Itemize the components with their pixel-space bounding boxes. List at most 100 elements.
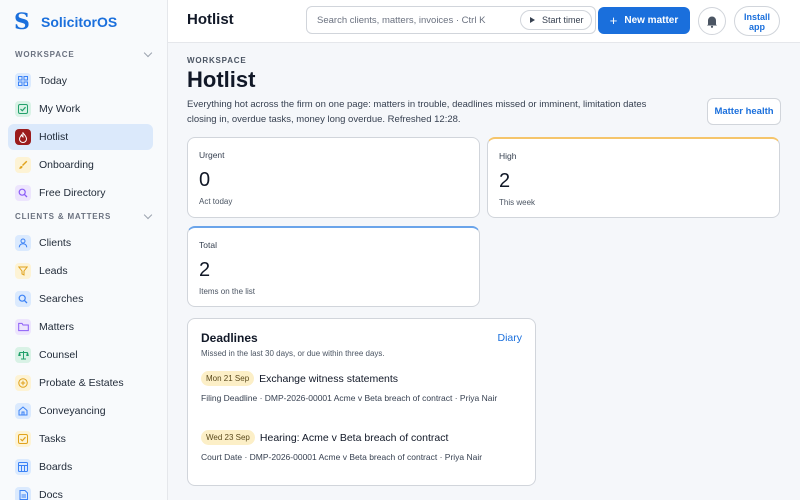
stat-card-urgent[interactable]: Urgent 0 Act today	[187, 137, 480, 218]
date-badge: Mon 21 Sep	[201, 371, 255, 386]
sidebar-item-label: Tasks	[39, 433, 66, 445]
stat-label: High	[499, 151, 517, 161]
flame-icon	[15, 129, 31, 145]
play-icon	[530, 17, 535, 23]
sidebar-item-onboarding[interactable]: Onboarding	[8, 152, 153, 178]
sidebar-item-probate-estates[interactable]: Probate & Estates	[8, 370, 153, 396]
bell-icon	[707, 16, 717, 28]
sidebar-item-searches[interactable]: Searches	[8, 286, 153, 312]
sidebar: S SolicitorOS WORKSPACE Today My Work Ho…	[0, 0, 168, 500]
chevron-down-icon[interactable]	[143, 210, 153, 219]
deadline-item[interactable]: Wed 23 Sep Hearing: Acme v Beta breach o…	[201, 430, 521, 464]
deadlines-card: Deadlines Diary Missed in the last 30 da…	[187, 318, 536, 486]
sidebar-item-docs[interactable]: Docs	[8, 482, 153, 500]
header-title: Hotlist	[187, 11, 234, 28]
sidebar-item-conveyancing[interactable]: Conveyancing	[8, 398, 153, 424]
matter-health-button[interactable]: Matter health	[707, 98, 781, 125]
board-icon	[15, 459, 31, 475]
search-input[interactable]: Search clients, matters, invoices · Ctrl…	[306, 6, 596, 34]
stat-subtext: Items on the list	[199, 287, 256, 296]
section-heading: WORKSPACE	[15, 49, 75, 59]
checkbox-icon	[15, 101, 31, 117]
sidebar-item-label: Docs	[39, 489, 63, 500]
sidebar-item-label: Conveyancing	[39, 405, 106, 417]
deadline-item[interactable]: Mon 21 Sep Exchange witness statements F…	[201, 371, 521, 405]
brush-icon	[15, 157, 31, 173]
search-icon	[15, 291, 31, 307]
new-matter-label: New matter	[624, 15, 679, 26]
deadline-meta: Court Date · DMP-2026-00001 Acme v Beta …	[201, 452, 483, 462]
sidebar-item-free-directory[interactable]: Free Directory	[8, 180, 153, 206]
deadlines-heading: Deadlines	[201, 331, 258, 345]
sidebar-item-label: Searches	[39, 293, 84, 305]
search-icon	[15, 185, 31, 201]
stat-label: Urgent	[199, 150, 225, 160]
deadlines-subtitle: Missed in the last 30 days, or due withi…	[201, 349, 385, 358]
sidebar-item-matters[interactable]: Matters	[8, 314, 153, 340]
stat-label: Total	[199, 240, 217, 250]
sidebar-item-leads[interactable]: Leads	[8, 258, 153, 284]
scales-icon	[15, 347, 31, 363]
page-eyebrow: WORKSPACE	[187, 56, 247, 65]
install-app-button[interactable]: Install app	[734, 6, 780, 36]
search-placeholder: Search clients, matters, invoices · Ctrl…	[317, 15, 486, 26]
stat-subtext: This week	[499, 198, 536, 207]
brand[interactable]: S SolicitorOS	[0, 0, 167, 44]
main-content: WORKSPACE Hotlist Everything hot across …	[168, 43, 800, 500]
app-name: SolicitorOS	[41, 14, 118, 30]
funnel-icon	[15, 263, 31, 279]
doc-icon	[15, 487, 31, 500]
install-label-line1: Install	[743, 12, 770, 22]
diary-link[interactable]: Diary	[497, 332, 522, 344]
start-timer-label: Start timer	[542, 15, 584, 25]
house-icon	[15, 403, 31, 419]
plus-circle-icon	[15, 375, 31, 391]
sidebar-item-my-work[interactable]: My Work	[8, 96, 153, 122]
deadline-title[interactable]: Exchange witness statements	[259, 373, 398, 385]
top-bar: Hotlist Search clients, matters, invoice…	[168, 0, 800, 43]
sidebar-item-tasks[interactable]: Tasks	[8, 426, 153, 452]
sidebar-item-label: Counsel	[39, 349, 78, 361]
sidebar-item-clients[interactable]: Clients	[8, 230, 153, 256]
sidebar-item-label: Free Directory	[39, 187, 106, 199]
plus-icon: +	[609, 13, 618, 28]
sidebar-item-label: Leads	[39, 265, 68, 277]
sidebar-item-hotlist[interactable]: Hotlist	[8, 124, 153, 150]
sidebar-section-workspace: WORKSPACE Today My Work Hotlist Onboardi…	[0, 46, 167, 206]
sidebar-item-label: Clients	[39, 237, 72, 249]
stat-value: 2	[499, 170, 511, 192]
stat-card-high[interactable]: High 2 This week	[487, 137, 780, 218]
install-label-line2: app	[748, 22, 765, 32]
sidebar-item-label: Hotlist	[39, 131, 69, 143]
sidebar-item-label: Onboarding	[39, 159, 94, 171]
page-description: Everything hot across the firm on one pa…	[187, 99, 647, 125]
page-title: Hotlist	[187, 67, 256, 92]
sidebar-item-boards[interactable]: Boards	[8, 454, 153, 480]
sidebar-item-label: Boards	[39, 461, 73, 473]
stat-value: 2	[199, 259, 211, 281]
new-matter-button[interactable]: + New matter	[598, 7, 690, 34]
section-header-clients-matters[interactable]: CLIENTS & MATTERS	[0, 208, 167, 224]
person-icon	[15, 235, 31, 251]
sidebar-item-label: Today	[39, 75, 68, 87]
section-header-workspace[interactable]: WORKSPACE	[0, 46, 167, 62]
date-badge: Wed 23 Sep	[201, 430, 255, 445]
stat-card-total[interactable]: Total 2 Items on the list	[187, 226, 480, 307]
sidebar-item-label: Probate & Estates	[39, 377, 124, 389]
sidebar-item-label: Matters	[39, 321, 75, 333]
checkbox-icon	[15, 431, 31, 447]
start-timer-button[interactable]: Start timer	[520, 10, 592, 30]
grid-icon	[15, 73, 31, 89]
sidebar-item-today[interactable]: Today	[8, 68, 153, 94]
sidebar-item-counsel[interactable]: Counsel	[8, 342, 153, 368]
notifications-button[interactable]	[698, 7, 726, 35]
stat-value: 0	[199, 169, 211, 191]
section-heading: CLIENTS & MATTERS	[15, 211, 112, 221]
deadline-meta: Filing Deadline · DMP-2026-00001 Acme v …	[201, 393, 498, 403]
deadline-title[interactable]: Hearing: Acme v Beta breach of contract	[260, 432, 449, 444]
stat-subtext: Act today	[199, 197, 233, 206]
folder-icon	[15, 319, 31, 335]
chevron-down-icon[interactable]	[143, 48, 153, 57]
sidebar-section-clients-matters: CLIENTS & MATTERS Clients Leads Searches	[0, 208, 167, 500]
sidebar-item-label: My Work	[39, 103, 81, 115]
